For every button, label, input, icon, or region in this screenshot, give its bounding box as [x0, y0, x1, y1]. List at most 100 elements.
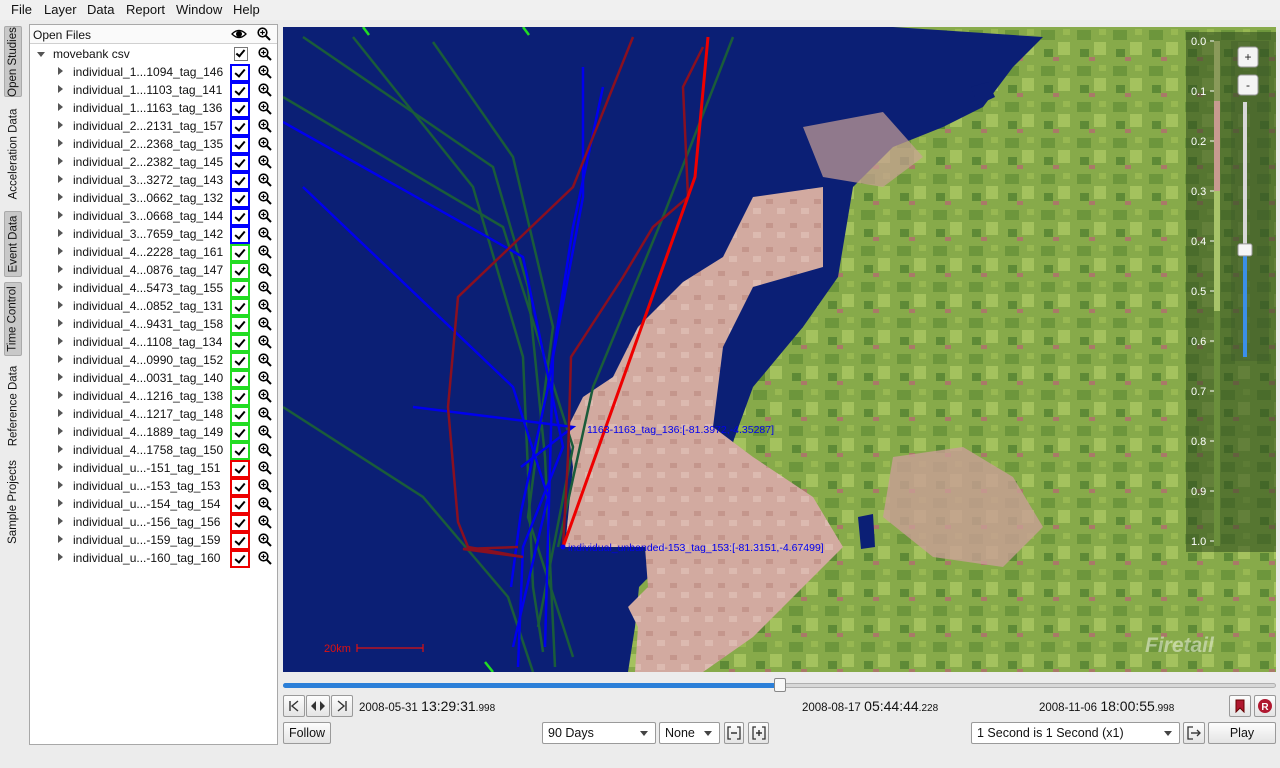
track-list-item[interactable]: individual_4...1217_tag_148 — [30, 405, 277, 424]
collapse-range-button[interactable] — [724, 722, 744, 744]
track-list-item[interactable]: individual_4...1216_tag_138 — [30, 387, 277, 406]
zoom-to-track-icon[interactable] — [258, 209, 272, 223]
timeline-slider[interactable] — [283, 678, 1276, 692]
zoom-to-track-icon[interactable] — [258, 551, 272, 565]
track-visibility-checkbox[interactable] — [230, 226, 250, 244]
track-list-item[interactable]: individual_2...2382_tag_145 — [30, 153, 277, 172]
zoom-to-track-icon[interactable] — [258, 533, 272, 547]
zoom-slider-handle[interactable] — [1237, 243, 1253, 257]
step-back-button[interactable] — [283, 695, 305, 717]
track-visibility-checkbox[interactable] — [230, 532, 250, 550]
track-list-item[interactable]: individual_3...0668_tag_144 — [30, 207, 277, 226]
track-list-item[interactable]: individual_2...2131_tag_157 — [30, 117, 277, 136]
track-visibility-checkbox[interactable] — [230, 118, 250, 136]
zoom-to-track-icon[interactable] — [258, 83, 272, 97]
track-visibility-checkbox[interactable] — [230, 424, 250, 442]
track-visibility-checkbox[interactable] — [230, 334, 250, 352]
play-button[interactable]: Play — [1208, 722, 1276, 744]
expand-arrow-icon[interactable] — [58, 247, 63, 255]
expand-arrow-icon[interactable] — [58, 175, 63, 183]
zoom-all-icon[interactable] — [257, 27, 271, 41]
expand-arrow-icon[interactable] — [58, 499, 63, 507]
zoom-to-track-icon[interactable] — [258, 335, 272, 349]
expand-arrow-icon[interactable] — [58, 553, 63, 561]
zoom-to-track-icon[interactable] — [258, 227, 272, 241]
zoom-to-track-icon[interactable] — [258, 299, 272, 313]
playback-speed-select[interactable]: 1 Second is 1 Second (x1) — [971, 722, 1180, 744]
track-visibility-checkbox[interactable] — [230, 208, 250, 226]
zoom-to-track-icon[interactable] — [258, 443, 272, 457]
track-visibility-checkbox[interactable] — [230, 406, 250, 424]
expand-arrow-icon[interactable] — [58, 121, 63, 129]
zoom-in-button[interactable]: + — [1237, 46, 1259, 68]
collapse-arrow-icon[interactable] — [37, 52, 45, 57]
track-list-item[interactable]: individual_4...1758_tag_150 — [30, 441, 277, 460]
expand-range-button[interactable] — [748, 722, 769, 744]
expand-arrow-icon[interactable] — [58, 391, 63, 399]
track-visibility-checkbox[interactable] — [230, 442, 250, 460]
zoom-to-track-icon[interactable] — [258, 263, 272, 277]
root-visibility-checkbox[interactable] — [234, 47, 248, 61]
expand-arrow-icon[interactable] — [58, 427, 63, 435]
menu-data[interactable]: Data — [86, 2, 115, 17]
zoom-to-track-icon[interactable] — [258, 101, 272, 115]
track-visibility-checkbox[interactable] — [230, 64, 250, 82]
track-visibility-checkbox[interactable] — [230, 100, 250, 118]
track-list-item[interactable]: individual_3...3272_tag_143 — [30, 171, 277, 190]
zoom-to-track-icon[interactable] — [258, 317, 272, 331]
bookmark-button[interactable] — [1229, 695, 1251, 717]
zoom-out-button[interactable]: - — [1237, 74, 1259, 96]
menu-report[interactable]: Report — [125, 2, 166, 17]
zoom-to-track-icon[interactable] — [258, 461, 272, 475]
zoom-to-track-icon[interactable] — [258, 389, 272, 403]
expand-arrow-icon[interactable] — [58, 337, 63, 345]
track-list-item[interactable]: individual_u...-154_tag_154 — [30, 495, 277, 514]
zoom-to-track-icon[interactable] — [258, 479, 272, 493]
step-forward-button[interactable] — [331, 695, 353, 717]
zoom-to-track-icon[interactable] — [258, 371, 272, 385]
track-list-item[interactable]: individual_3...7659_tag_142 — [30, 225, 277, 244]
zoom-to-track-icon[interactable] — [258, 515, 272, 529]
track-list-item[interactable]: individual_2...2368_tag_135 — [30, 135, 277, 154]
expand-arrow-icon[interactable] — [58, 157, 63, 165]
mode-select[interactable]: None — [659, 722, 720, 744]
track-visibility-checkbox[interactable] — [230, 550, 250, 568]
menu-help[interactable]: Help — [232, 2, 261, 17]
time-window-select[interactable]: 90 Days — [542, 722, 656, 744]
track-list-item[interactable]: individual_4...1889_tag_149 — [30, 423, 277, 442]
track-visibility-checkbox[interactable] — [230, 478, 250, 496]
expand-arrow-icon[interactable] — [58, 319, 63, 327]
track-list-item[interactable]: individual_u...-153_tag_153 — [30, 477, 277, 496]
eye-icon[interactable] — [231, 28, 247, 40]
expand-arrow-icon[interactable] — [58, 301, 63, 309]
tab-reference-data[interactable]: Reference Data — [4, 362, 22, 450]
timeline-handle[interactable] — [773, 678, 786, 692]
track-visibility-checkbox[interactable] — [230, 316, 250, 334]
tab-acceleration-data[interactable]: Acceleration Data — [4, 102, 22, 206]
track-list-item[interactable]: individual_u...-151_tag_151 — [30, 459, 277, 478]
track-list-item[interactable]: individual_u...-156_tag_156 — [30, 513, 277, 532]
track-list-item[interactable]: individual_u...-160_tag_160 — [30, 549, 277, 568]
expand-arrow-icon[interactable] — [58, 103, 63, 111]
expand-arrow-icon[interactable] — [58, 229, 63, 237]
track-visibility-checkbox[interactable] — [230, 262, 250, 280]
track-list-item[interactable]: individual_1...1163_tag_136 — [30, 99, 277, 118]
tab-time-control[interactable]: Time Control — [4, 282, 22, 356]
track-visibility-checkbox[interactable] — [230, 82, 250, 100]
zoom-to-track-icon[interactable] — [258, 407, 272, 421]
expand-arrow-icon[interactable] — [58, 139, 63, 147]
follow-button[interactable]: Follow — [283, 722, 331, 744]
menu-file[interactable]: File — [10, 2, 33, 17]
track-visibility-checkbox[interactable] — [230, 460, 250, 478]
track-list-item[interactable]: individual_4...0990_tag_152 — [30, 351, 277, 370]
expand-arrow-icon[interactable] — [58, 85, 63, 93]
menu-layer[interactable]: Layer — [43, 2, 78, 17]
expand-arrow-icon[interactable] — [58, 211, 63, 219]
track-visibility-checkbox[interactable] — [230, 154, 250, 172]
track-visibility-checkbox[interactable] — [230, 514, 250, 532]
track-visibility-checkbox[interactable] — [230, 280, 250, 298]
track-list-item[interactable]: individual_4...2228_tag_161 — [30, 243, 277, 262]
zoom-to-track-icon[interactable] — [258, 119, 272, 133]
map-view[interactable]: 1163-1163_tag_136:[-81.3972,-4.35287] in… — [283, 27, 1276, 672]
expand-arrow-icon[interactable] — [58, 265, 63, 273]
